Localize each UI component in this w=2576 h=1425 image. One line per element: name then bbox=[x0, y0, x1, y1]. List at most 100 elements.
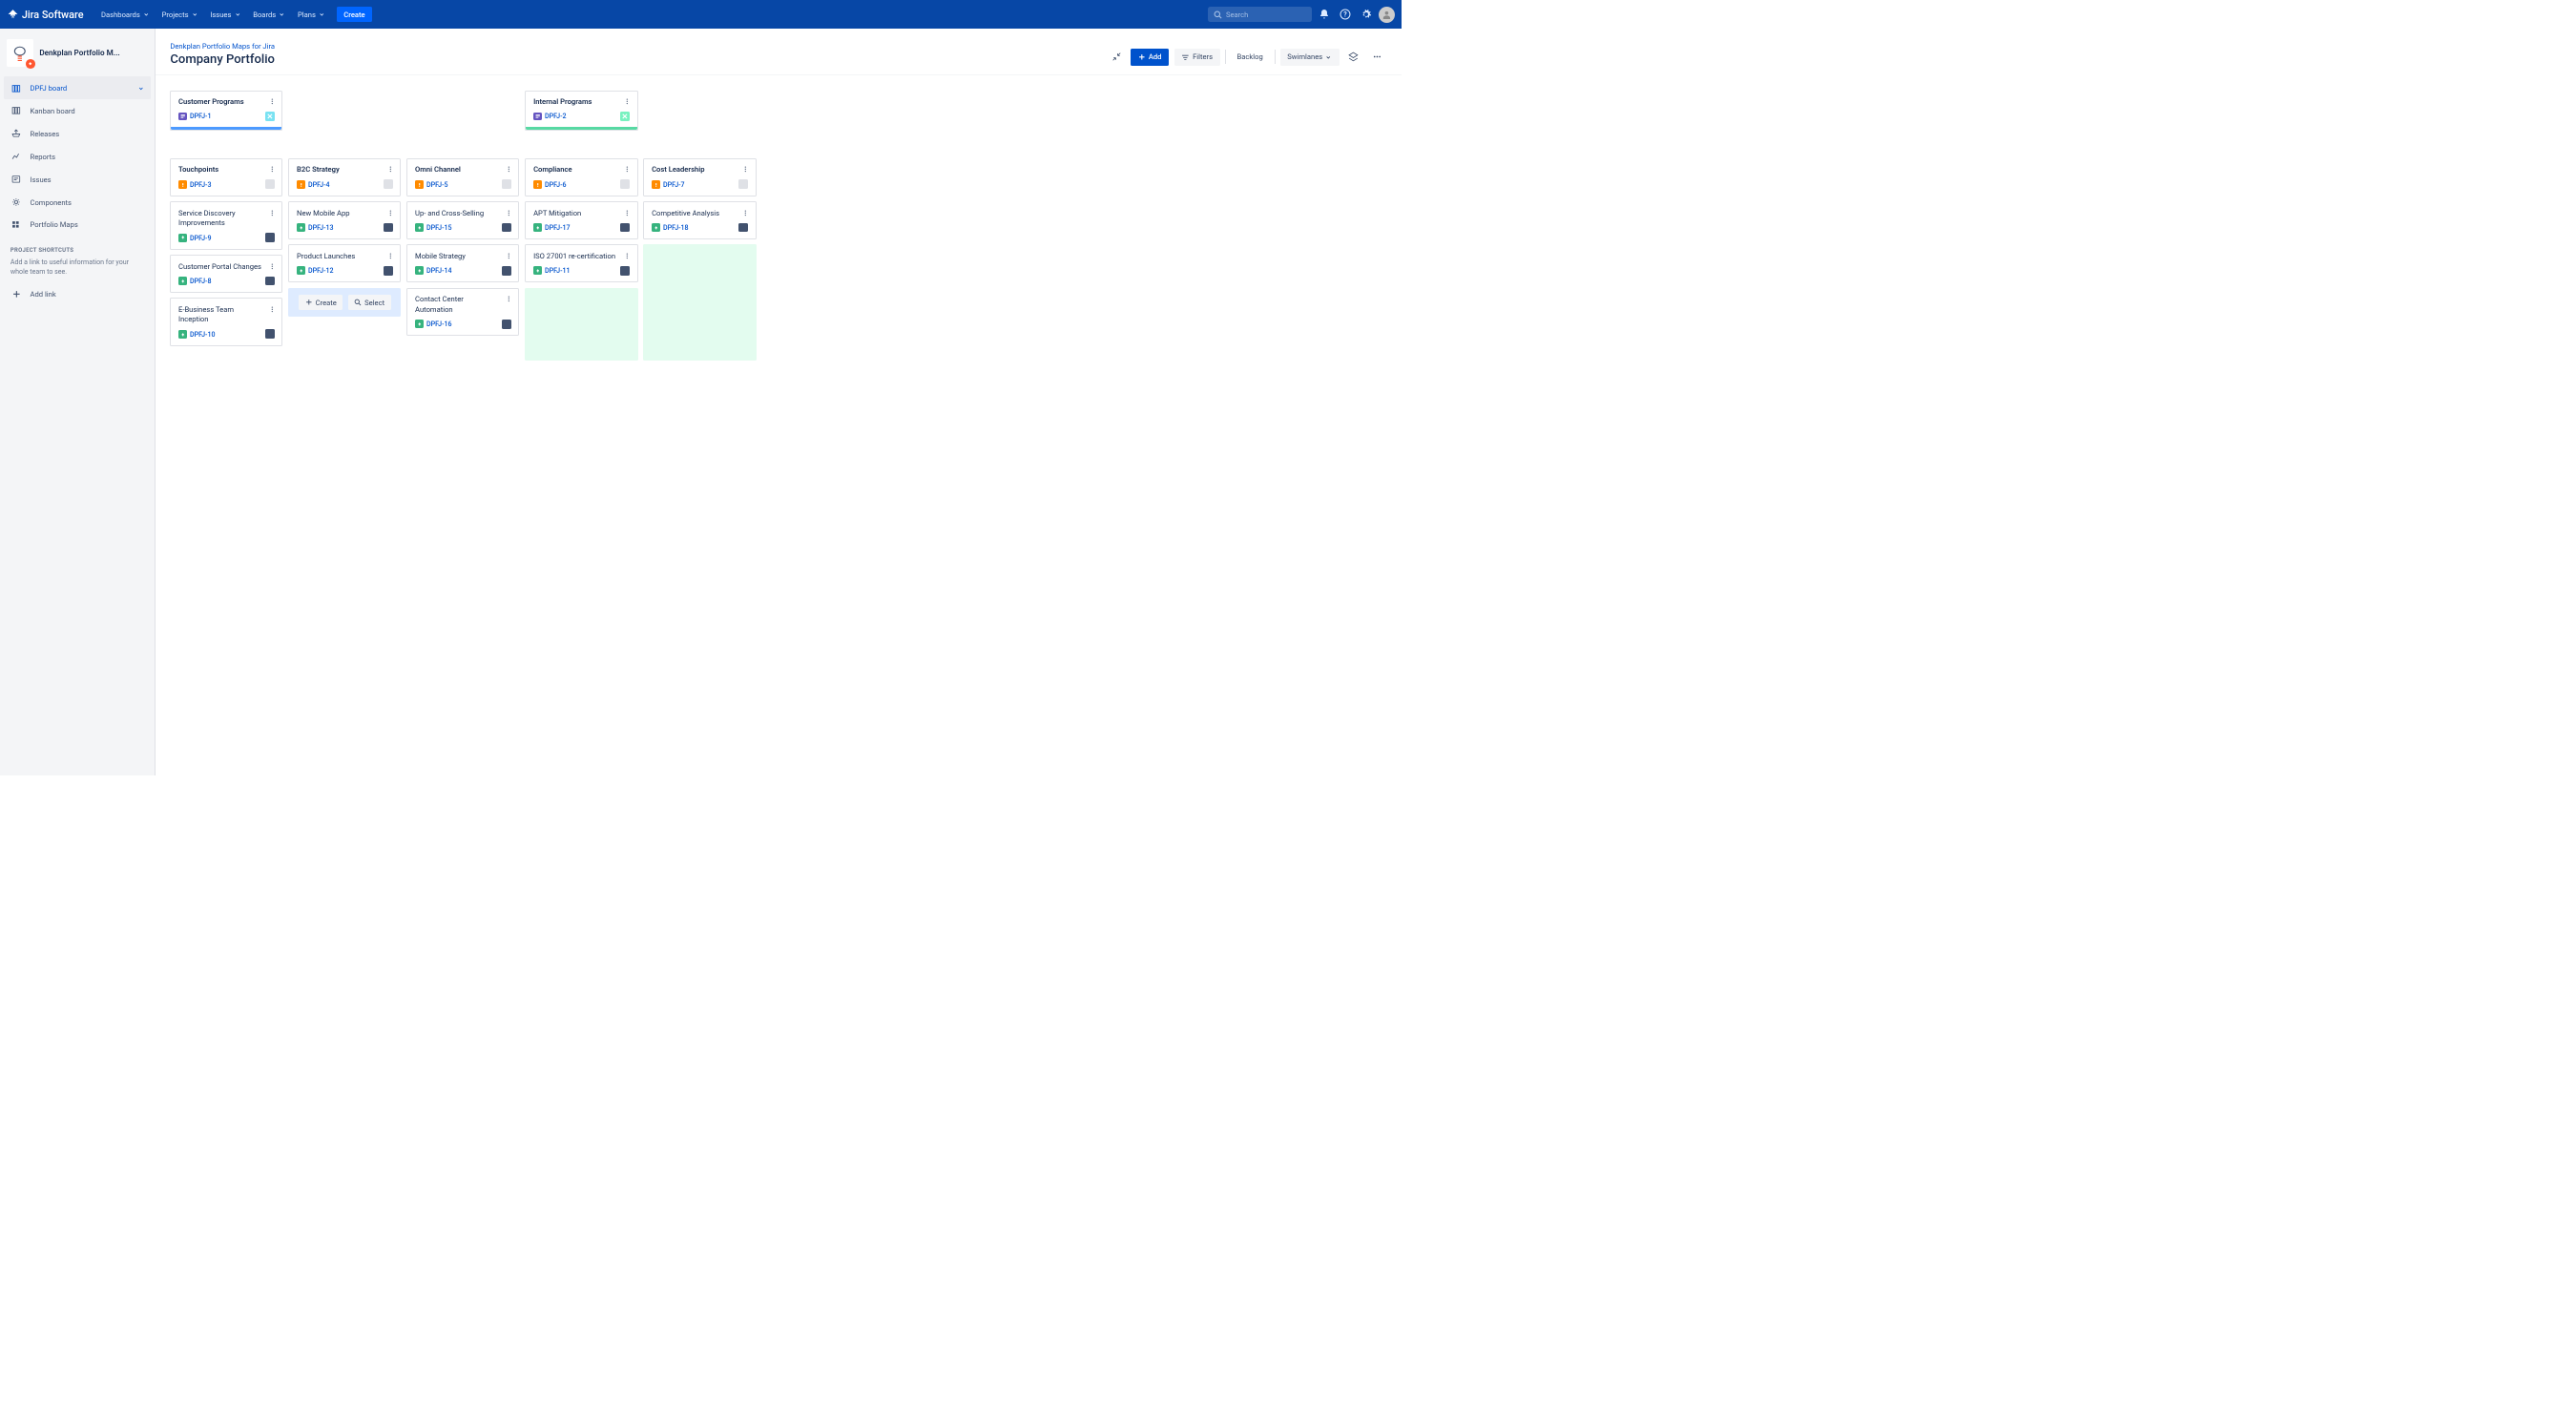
more-icon[interactable] bbox=[267, 208, 278, 218]
more-icon[interactable] bbox=[267, 164, 278, 175]
status-badge bbox=[265, 112, 275, 121]
issue-card[interactable]: Omni Channel DPFJ-5 bbox=[406, 158, 519, 196]
issue-card[interactable]: Competitive Analysis DPFJ-18 bbox=[643, 201, 756, 239]
help-icon[interactable]: ? bbox=[1337, 7, 1353, 23]
more-icon[interactable] bbox=[622, 164, 633, 175]
user-avatar[interactable] bbox=[1379, 7, 1395, 23]
more-icon[interactable] bbox=[267, 96, 278, 107]
issue-card[interactable]: Compliance DPFJ-6 bbox=[525, 158, 637, 196]
arrow-up-icon bbox=[415, 320, 424, 328]
inline-create-button[interactable]: Create bbox=[299, 295, 343, 310]
more-icon[interactable] bbox=[504, 164, 514, 175]
more-icon[interactable] bbox=[267, 260, 278, 271]
card-title: Customer Programs bbox=[178, 97, 275, 108]
filters-button[interactable]: Filters bbox=[1174, 49, 1220, 66]
issue-key[interactable]: DPFJ-9 bbox=[190, 234, 212, 242]
issue-key[interactable]: DPFJ-1 bbox=[190, 112, 212, 120]
nav-plans[interactable]: Plans bbox=[293, 7, 331, 22]
issue-card[interactable]: Service Discovery Improvements DPFJ-9 bbox=[170, 201, 282, 249]
status-badge bbox=[620, 179, 630, 189]
issue-card[interactable]: New Mobile App DPFJ-13 bbox=[288, 201, 401, 239]
content-header: Denkplan Portfolio Maps for Jira Company… bbox=[156, 29, 1402, 75]
issue-key[interactable]: DPFJ-15 bbox=[426, 223, 452, 232]
add-button[interactable]: Add bbox=[1131, 49, 1169, 66]
search-input[interactable] bbox=[1226, 10, 1307, 19]
nav-issues[interactable]: Issues bbox=[205, 7, 246, 22]
issue-card[interactable]: Product Launches DPFJ-12 bbox=[288, 244, 401, 282]
issue-key[interactable]: DPFJ-16 bbox=[426, 320, 452, 328]
issue-key[interactable]: DPFJ-18 bbox=[663, 223, 689, 232]
nav-projects[interactable]: Projects bbox=[156, 7, 203, 22]
issue-card[interactable]: Contact Center Automation DPFJ-16 bbox=[406, 288, 519, 336]
arrow-up-icon bbox=[178, 330, 187, 339]
issue-key[interactable]: DPFJ-8 bbox=[190, 277, 212, 285]
shortcuts-text: Add a link to useful information for you… bbox=[4, 258, 151, 282]
sidebar-item-portfolio-maps[interactable]: Portfolio Maps bbox=[4, 214, 151, 237]
issue-card[interactable]: Touchpoints DPFJ-3 bbox=[170, 158, 282, 196]
more-icon[interactable] bbox=[504, 208, 514, 218]
more-icon[interactable] bbox=[267, 304, 278, 315]
issue-key[interactable]: DPFJ-6 bbox=[545, 180, 567, 189]
inline-select-button[interactable]: Select bbox=[348, 295, 391, 310]
sidebar-item-dpfj-board[interactable]: DPFJ board bbox=[4, 76, 151, 99]
nav-dashboards[interactable]: Dashboards bbox=[96, 7, 155, 22]
breadcrumb[interactable]: Denkplan Portfolio Maps for Jira bbox=[170, 42, 275, 51]
search-box[interactable] bbox=[1208, 7, 1312, 22]
more-icon[interactable] bbox=[622, 208, 633, 218]
issue-key[interactable]: DPFJ-13 bbox=[308, 223, 334, 232]
issue-card[interactable]: B2C Strategy DPFJ-4 bbox=[288, 158, 401, 196]
more-icon[interactable] bbox=[385, 251, 396, 261]
drop-zone[interactable] bbox=[643, 244, 756, 360]
issue-card[interactable]: Up- and Cross-Selling DPFJ-15 bbox=[406, 201, 519, 239]
sidebar-item-kanban-board[interactable]: Kanban board bbox=[4, 99, 151, 122]
issue-card[interactable]: E-Business Team Inception DPFJ-10 bbox=[170, 298, 282, 345]
more-icon[interactable] bbox=[385, 208, 396, 218]
backlog-button[interactable]: Backlog bbox=[1231, 49, 1269, 66]
issue-card[interactable]: Customer Portal Changes DPFJ-8 bbox=[170, 255, 282, 293]
more-actions-icon[interactable] bbox=[1368, 48, 1387, 67]
issue-key[interactable]: DPFJ-12 bbox=[308, 266, 334, 275]
notifications-icon[interactable] bbox=[1317, 7, 1333, 23]
arrow-up-icon bbox=[178, 234, 187, 242]
issue-key[interactable]: DPFJ-4 bbox=[308, 180, 330, 189]
issue-key[interactable]: DPFJ-14 bbox=[426, 266, 452, 275]
card-title: Up- and Cross-Selling bbox=[415, 209, 511, 219]
nav-boards[interactable]: Boards bbox=[248, 7, 291, 22]
more-icon[interactable] bbox=[740, 164, 751, 175]
status-badge bbox=[384, 223, 393, 233]
sidebar-item-reports[interactable]: Reports bbox=[4, 145, 151, 168]
issue-card[interactable]: APT Mitigation DPFJ-17 bbox=[525, 201, 637, 239]
sidebar-item-issues[interactable]: Issues bbox=[4, 168, 151, 191]
sidebar-item-components[interactable]: Components bbox=[4, 191, 151, 214]
sidebar-item-releases[interactable]: Releases bbox=[4, 122, 151, 145]
issue-card[interactable]: Mobile Strategy DPFJ-14 bbox=[406, 244, 519, 282]
jira-logo[interactable]: Jira Software bbox=[7, 9, 84, 21]
card-title: Touchpoints bbox=[178, 165, 275, 176]
add-link-button[interactable]: Add link bbox=[4, 282, 151, 305]
settings-icon[interactable] bbox=[1358, 7, 1374, 23]
priority-high-icon bbox=[533, 180, 542, 189]
issue-card[interactable]: Internal Programs DPFJ-2 bbox=[525, 91, 637, 131]
swimlanes-button[interactable]: Swimlanes bbox=[1280, 49, 1340, 66]
issue-key[interactable]: DPFJ-3 bbox=[190, 180, 212, 189]
more-icon[interactable] bbox=[385, 164, 396, 175]
issue-card[interactable]: Customer Programs DPFJ-1 bbox=[170, 91, 282, 131]
drop-zone[interactable] bbox=[525, 288, 637, 361]
issue-key[interactable]: DPFJ-7 bbox=[663, 180, 685, 189]
issue-key[interactable]: DPFJ-2 bbox=[545, 112, 567, 120]
more-icon[interactable] bbox=[740, 208, 751, 218]
issue-key[interactable]: DPFJ-10 bbox=[190, 330, 216, 339]
more-icon[interactable] bbox=[622, 96, 633, 107]
more-icon[interactable] bbox=[504, 251, 514, 261]
issue-card[interactable]: ISO 27001 re-certification DPFJ-11 bbox=[525, 244, 637, 282]
collapse-icon[interactable] bbox=[1107, 48, 1126, 67]
more-icon[interactable] bbox=[504, 294, 514, 304]
more-icon[interactable] bbox=[622, 251, 633, 261]
issue-key[interactable]: DPFJ-5 bbox=[426, 180, 448, 189]
create-button[interactable]: Create bbox=[337, 7, 373, 22]
issue-key[interactable]: DPFJ-17 bbox=[545, 223, 571, 232]
layers-icon[interactable] bbox=[1344, 48, 1363, 67]
grid-icon bbox=[10, 218, 23, 231]
issue-key[interactable]: DPFJ-11 bbox=[545, 266, 571, 275]
issue-card[interactable]: Cost Leadership DPFJ-7 bbox=[643, 158, 756, 196]
